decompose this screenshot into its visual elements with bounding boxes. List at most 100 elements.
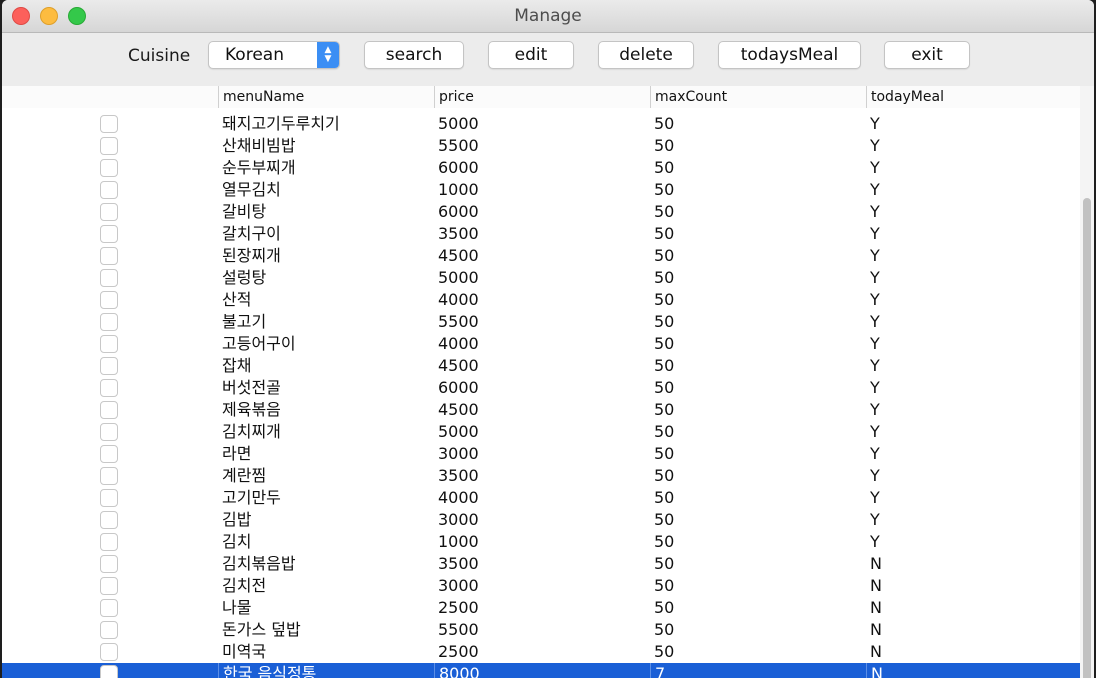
cell-menuname: 불고기 [222, 312, 267, 331]
table-row[interactable]: 갈비탕 6000 50 Y [2, 201, 1080, 223]
column-header-price[interactable]: price [434, 86, 650, 108]
vertical-scrollbar[interactable] [1080, 86, 1094, 678]
row-checkbox[interactable] [100, 225, 118, 243]
table-row[interactable]: 버섯전골 6000 50 Y [2, 377, 1080, 399]
cell-menuname: 열무김치 [222, 180, 281, 199]
row-checkbox[interactable] [100, 313, 118, 331]
row-checkbox[interactable] [100, 247, 118, 265]
cell-price: 5000 [438, 422, 479, 441]
cell-todaymeal: Y [870, 202, 880, 221]
cell-price: 2500 [438, 642, 479, 661]
row-checkbox[interactable] [100, 665, 118, 678]
table-row[interactable]: 갈치구이 3500 50 Y [2, 223, 1080, 245]
cell-menuname: 김치찌개 [222, 422, 281, 441]
row-checkbox[interactable] [100, 445, 118, 463]
cell-todaymeal: Y [870, 510, 880, 529]
row-checkbox[interactable] [100, 291, 118, 309]
cell-maxcount: 50 [654, 488, 675, 507]
table-row[interactable]: 나물 2500 50 N [2, 597, 1080, 619]
row-checkbox[interactable] [100, 577, 118, 595]
table-row[interactable]: 산적 4000 50 Y [2, 289, 1080, 311]
table-row[interactable]: 산채비빔밥 5500 50 Y [2, 135, 1080, 157]
cuisine-select[interactable]: Korean ▲ ▼ [208, 41, 340, 69]
row-checkbox[interactable] [100, 269, 118, 287]
column-header-todaymeal[interactable]: todayMeal [866, 86, 1080, 108]
table-row[interactable]: 미역국 2500 50 N [2, 641, 1080, 663]
cell-menuname: 한국 음식정통 [218, 663, 434, 678]
row-checkbox[interactable] [100, 181, 118, 199]
row-checkbox[interactable] [100, 621, 118, 639]
row-checkbox[interactable] [100, 401, 118, 419]
delete-button[interactable]: delete [598, 41, 694, 69]
cell-maxcount: 50 [654, 334, 675, 353]
row-checkbox[interactable] [100, 643, 118, 661]
table-row[interactable]: 제육볶음 4500 50 Y [2, 399, 1080, 421]
row-checkbox[interactable] [100, 489, 118, 507]
table-row[interactable]: 김치찌개 5000 50 Y [2, 421, 1080, 443]
table-row[interactable]: 계란찜 3500 50 Y [2, 465, 1080, 487]
cell-maxcount: 50 [654, 642, 675, 661]
table-row[interactable]: 김치볶음밥 3500 50 N [2, 553, 1080, 575]
chevron-updown-icon: ▲ ▼ [317, 42, 339, 68]
row-checkbox[interactable] [100, 467, 118, 485]
scrollbar-thumb[interactable] [1083, 198, 1091, 678]
cuisine-select-value: Korean [225, 45, 284, 65]
cell-price: 3000 [438, 510, 479, 529]
cell-todaymeal: Y [870, 466, 880, 485]
cell-maxcount: 50 [654, 510, 675, 529]
cell-todaymeal: Y [870, 378, 880, 397]
table-row[interactable]: 라면 3000 50 Y [2, 443, 1080, 465]
cell-menuname: 김치전 [222, 576, 267, 595]
table-row[interactable]: 고기만두 4000 50 Y [2, 487, 1080, 509]
table-row[interactable]: 설렁탕 5000 50 Y [2, 267, 1080, 289]
cell-todaymeal: Y [870, 400, 880, 419]
row-checkbox[interactable] [100, 203, 118, 221]
row-checkbox[interactable] [100, 555, 118, 573]
edit-button[interactable]: edit [488, 41, 574, 69]
row-checkbox[interactable] [100, 379, 118, 397]
row-checkbox[interactable] [100, 159, 118, 177]
table-row[interactable]: 된장찌개 4500 50 Y [2, 245, 1080, 267]
table-row[interactable]: 김치전 3000 50 N [2, 575, 1080, 597]
cell-todaymeal: Y [870, 224, 880, 243]
cell-todaymeal: N [870, 554, 882, 573]
table-row[interactable]: 순두부찌개 6000 50 Y [2, 157, 1080, 179]
table-row[interactable]: 잡채 4500 50 Y [2, 355, 1080, 377]
cuisine-label: Cuisine [128, 46, 191, 66]
column-header-select[interactable] [2, 86, 218, 108]
cell-price: 5500 [438, 312, 479, 331]
row-checkbox[interactable] [100, 423, 118, 441]
cell-menuname: 된장찌개 [222, 246, 281, 265]
row-checkbox[interactable] [100, 357, 118, 375]
row-checkbox[interactable] [100, 137, 118, 155]
table-row[interactable]: 김치 1000 50 Y [2, 531, 1080, 553]
search-button[interactable]: search [364, 41, 464, 69]
column-header-menuname[interactable]: menuName [218, 86, 434, 108]
cell-menuname: 김밥 [222, 510, 252, 529]
todays-meal-button[interactable]: todaysMeal [718, 41, 861, 69]
cell-todaymeal: Y [870, 532, 880, 551]
row-checkbox[interactable] [100, 599, 118, 617]
cell-price: 4500 [438, 246, 479, 265]
exit-button[interactable]: exit [884, 41, 970, 69]
cell-maxcount: 50 [654, 554, 675, 573]
row-checkbox[interactable] [100, 511, 118, 529]
cell-menuname: 미역국 [222, 642, 267, 661]
column-header-maxcount[interactable]: maxCount [650, 86, 866, 108]
table-row[interactable]: 고등어구이 4000 50 Y [2, 333, 1080, 355]
table-row[interactable]: 불고기 5500 50 Y [2, 311, 1080, 333]
row-checkbox[interactable] [100, 335, 118, 353]
row-checkbox[interactable] [100, 115, 118, 133]
table-row[interactable]: 돈가스 덮밥 5500 50 N [2, 619, 1080, 641]
cell-todaymeal: Y [870, 334, 880, 353]
cell-maxcount: 50 [654, 422, 675, 441]
cell-price: 8000 [434, 663, 650, 678]
table-row[interactable]: 열무김치 1000 50 Y [2, 179, 1080, 201]
title-bar: Manage [2, 0, 1094, 33]
table-row[interactable]: 김밥 3000 50 Y [2, 509, 1080, 531]
cell-todaymeal: N [870, 598, 882, 617]
table-row[interactable]: 한국 음식정통 8000 7 N [2, 663, 1080, 678]
row-checkbox[interactable] [100, 533, 118, 551]
cell-maxcount: 50 [654, 290, 675, 309]
table-row[interactable]: 돼지고기두루치기 5000 50 Y [2, 113, 1080, 135]
